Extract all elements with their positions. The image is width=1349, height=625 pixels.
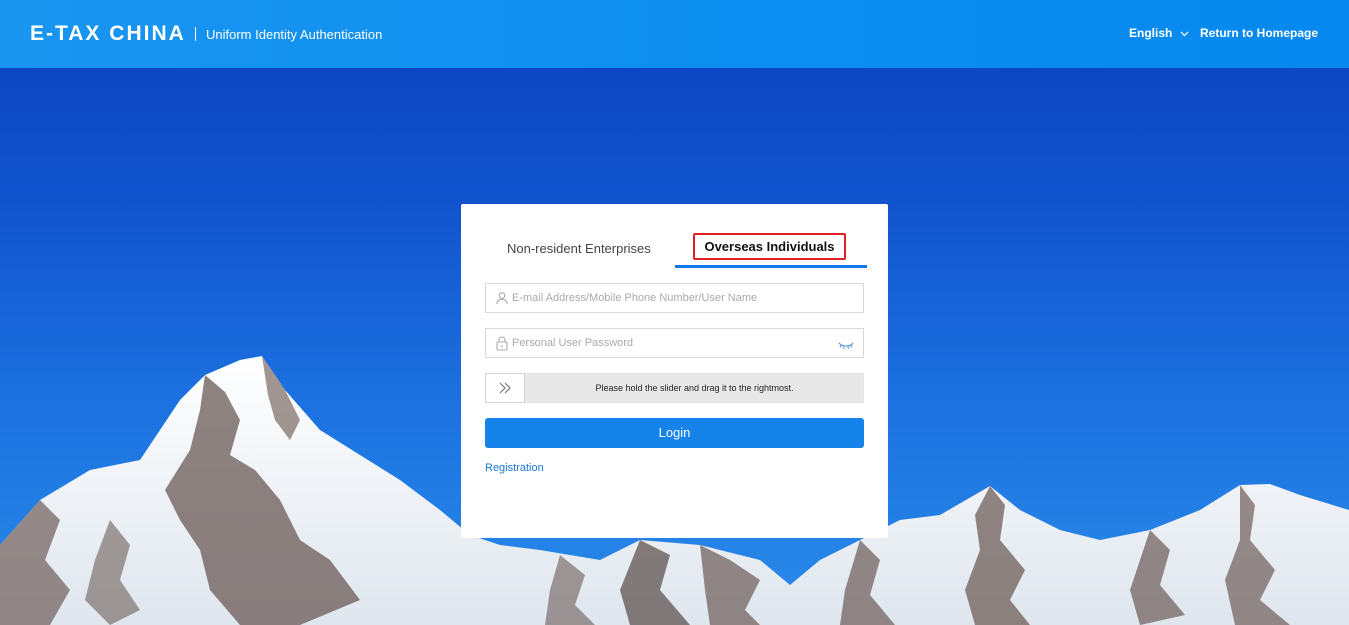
username-field[interactable]: E-mail Address/Mobile Phone Number/User … — [485, 283, 864, 313]
password-field[interactable]: Personal User Password — [485, 328, 864, 358]
lock-icon — [495, 336, 509, 351]
return-home-link[interactable]: Return to Homepage — [1200, 26, 1318, 40]
top-header: E-TAX CHINA Uniform Identity Authenticat… — [0, 0, 1349, 68]
login-button[interactable]: Login — [485, 418, 864, 448]
eye-closed-icon[interactable] — [838, 338, 854, 350]
registration-link[interactable]: Registration — [485, 461, 544, 475]
slider-handle[interactable] — [485, 373, 525, 403]
active-tab-indicator — [675, 265, 867, 268]
double-chevron-right-icon — [499, 382, 511, 394]
tab-non-resident-enterprises[interactable]: Non-resident Enterprises — [507, 241, 651, 257]
captcha-slider: Please hold the slider and drag it to th… — [485, 373, 864, 403]
site-logo[interactable]: E-TAX CHINA — [30, 22, 186, 46]
language-label: English — [1129, 26, 1173, 40]
header-subtitle: Uniform Identity Authentication — [206, 27, 383, 42]
language-selector[interactable]: English — [1129, 26, 1189, 42]
password-placeholder: Personal User Password — [512, 337, 634, 349]
tab-overseas-individuals[interactable]: Overseas Individuals — [693, 233, 846, 260]
user-icon — [495, 291, 509, 305]
slider-instruction: Please hold the slider and drag it to th… — [595, 383, 794, 393]
username-placeholder: E-mail Address/Mobile Phone Number/User … — [512, 292, 758, 304]
chevron-down-icon — [1180, 28, 1189, 42]
login-card: Non-resident Enterprises Overseas Indivi… — [461, 204, 888, 538]
header-divider — [195, 27, 196, 41]
login-page: E-TAX CHINA Uniform Identity Authenticat… — [0, 0, 1349, 625]
